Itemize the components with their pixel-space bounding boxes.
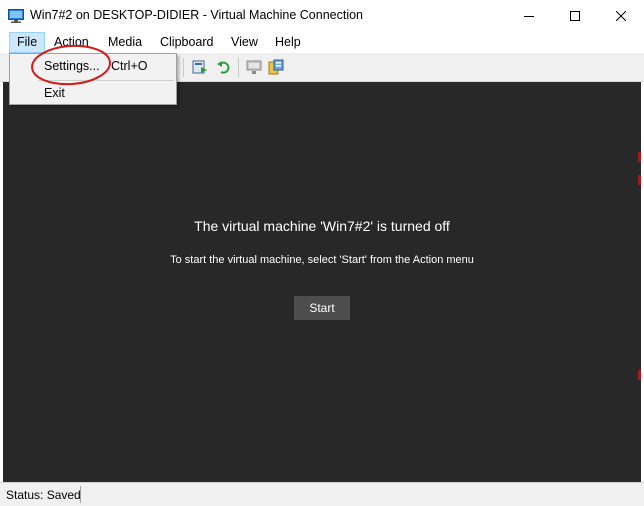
vm-status-heading: The virtual machine 'Win7#2' is turned o… (194, 218, 450, 234)
status-bar: Status: Saved (0, 482, 644, 506)
vm-display[interactable]: The virtual machine 'Win7#2' is turned o… (3, 82, 641, 482)
toolbar-separator (238, 58, 239, 77)
minimize-icon (524, 16, 534, 17)
title-bar: Win7#2 on DESKTOP-DIDIER - Virtual Machi… (0, 0, 644, 32)
window-title: Win7#2 on DESKTOP-DIDIER - Virtual Machi… (30, 8, 364, 22)
edge-mark (638, 370, 641, 380)
status-text: Status: Saved (6, 488, 81, 502)
annotation-circle (31, 44, 111, 86)
toolbar-separator (183, 58, 184, 77)
enhanced-session-icon[interactable] (246, 59, 262, 75)
menu-item-shortcut: Ctrl+O (111, 59, 148, 73)
reset-icon[interactable] (192, 59, 208, 75)
maximize-button[interactable] (552, 0, 598, 32)
vm-start-hint: To start the virtual machine, select 'St… (170, 254, 474, 266)
maximize-icon (570, 11, 580, 21)
start-button[interactable]: Start (294, 296, 350, 320)
minimize-button[interactable] (506, 0, 552, 32)
edge-mark (638, 152, 641, 162)
menu-help[interactable]: Help (268, 32, 308, 53)
share-icon[interactable] (268, 59, 284, 75)
edge-mark (638, 175, 641, 185)
menu-view[interactable]: View (224, 32, 265, 53)
menu-clipboard[interactable]: Clipboard (153, 32, 221, 53)
close-icon (616, 11, 626, 21)
close-button[interactable] (598, 0, 644, 32)
vm-connection-app-icon (8, 9, 24, 23)
revert-icon[interactable] (216, 59, 232, 75)
status-separator (80, 486, 81, 503)
